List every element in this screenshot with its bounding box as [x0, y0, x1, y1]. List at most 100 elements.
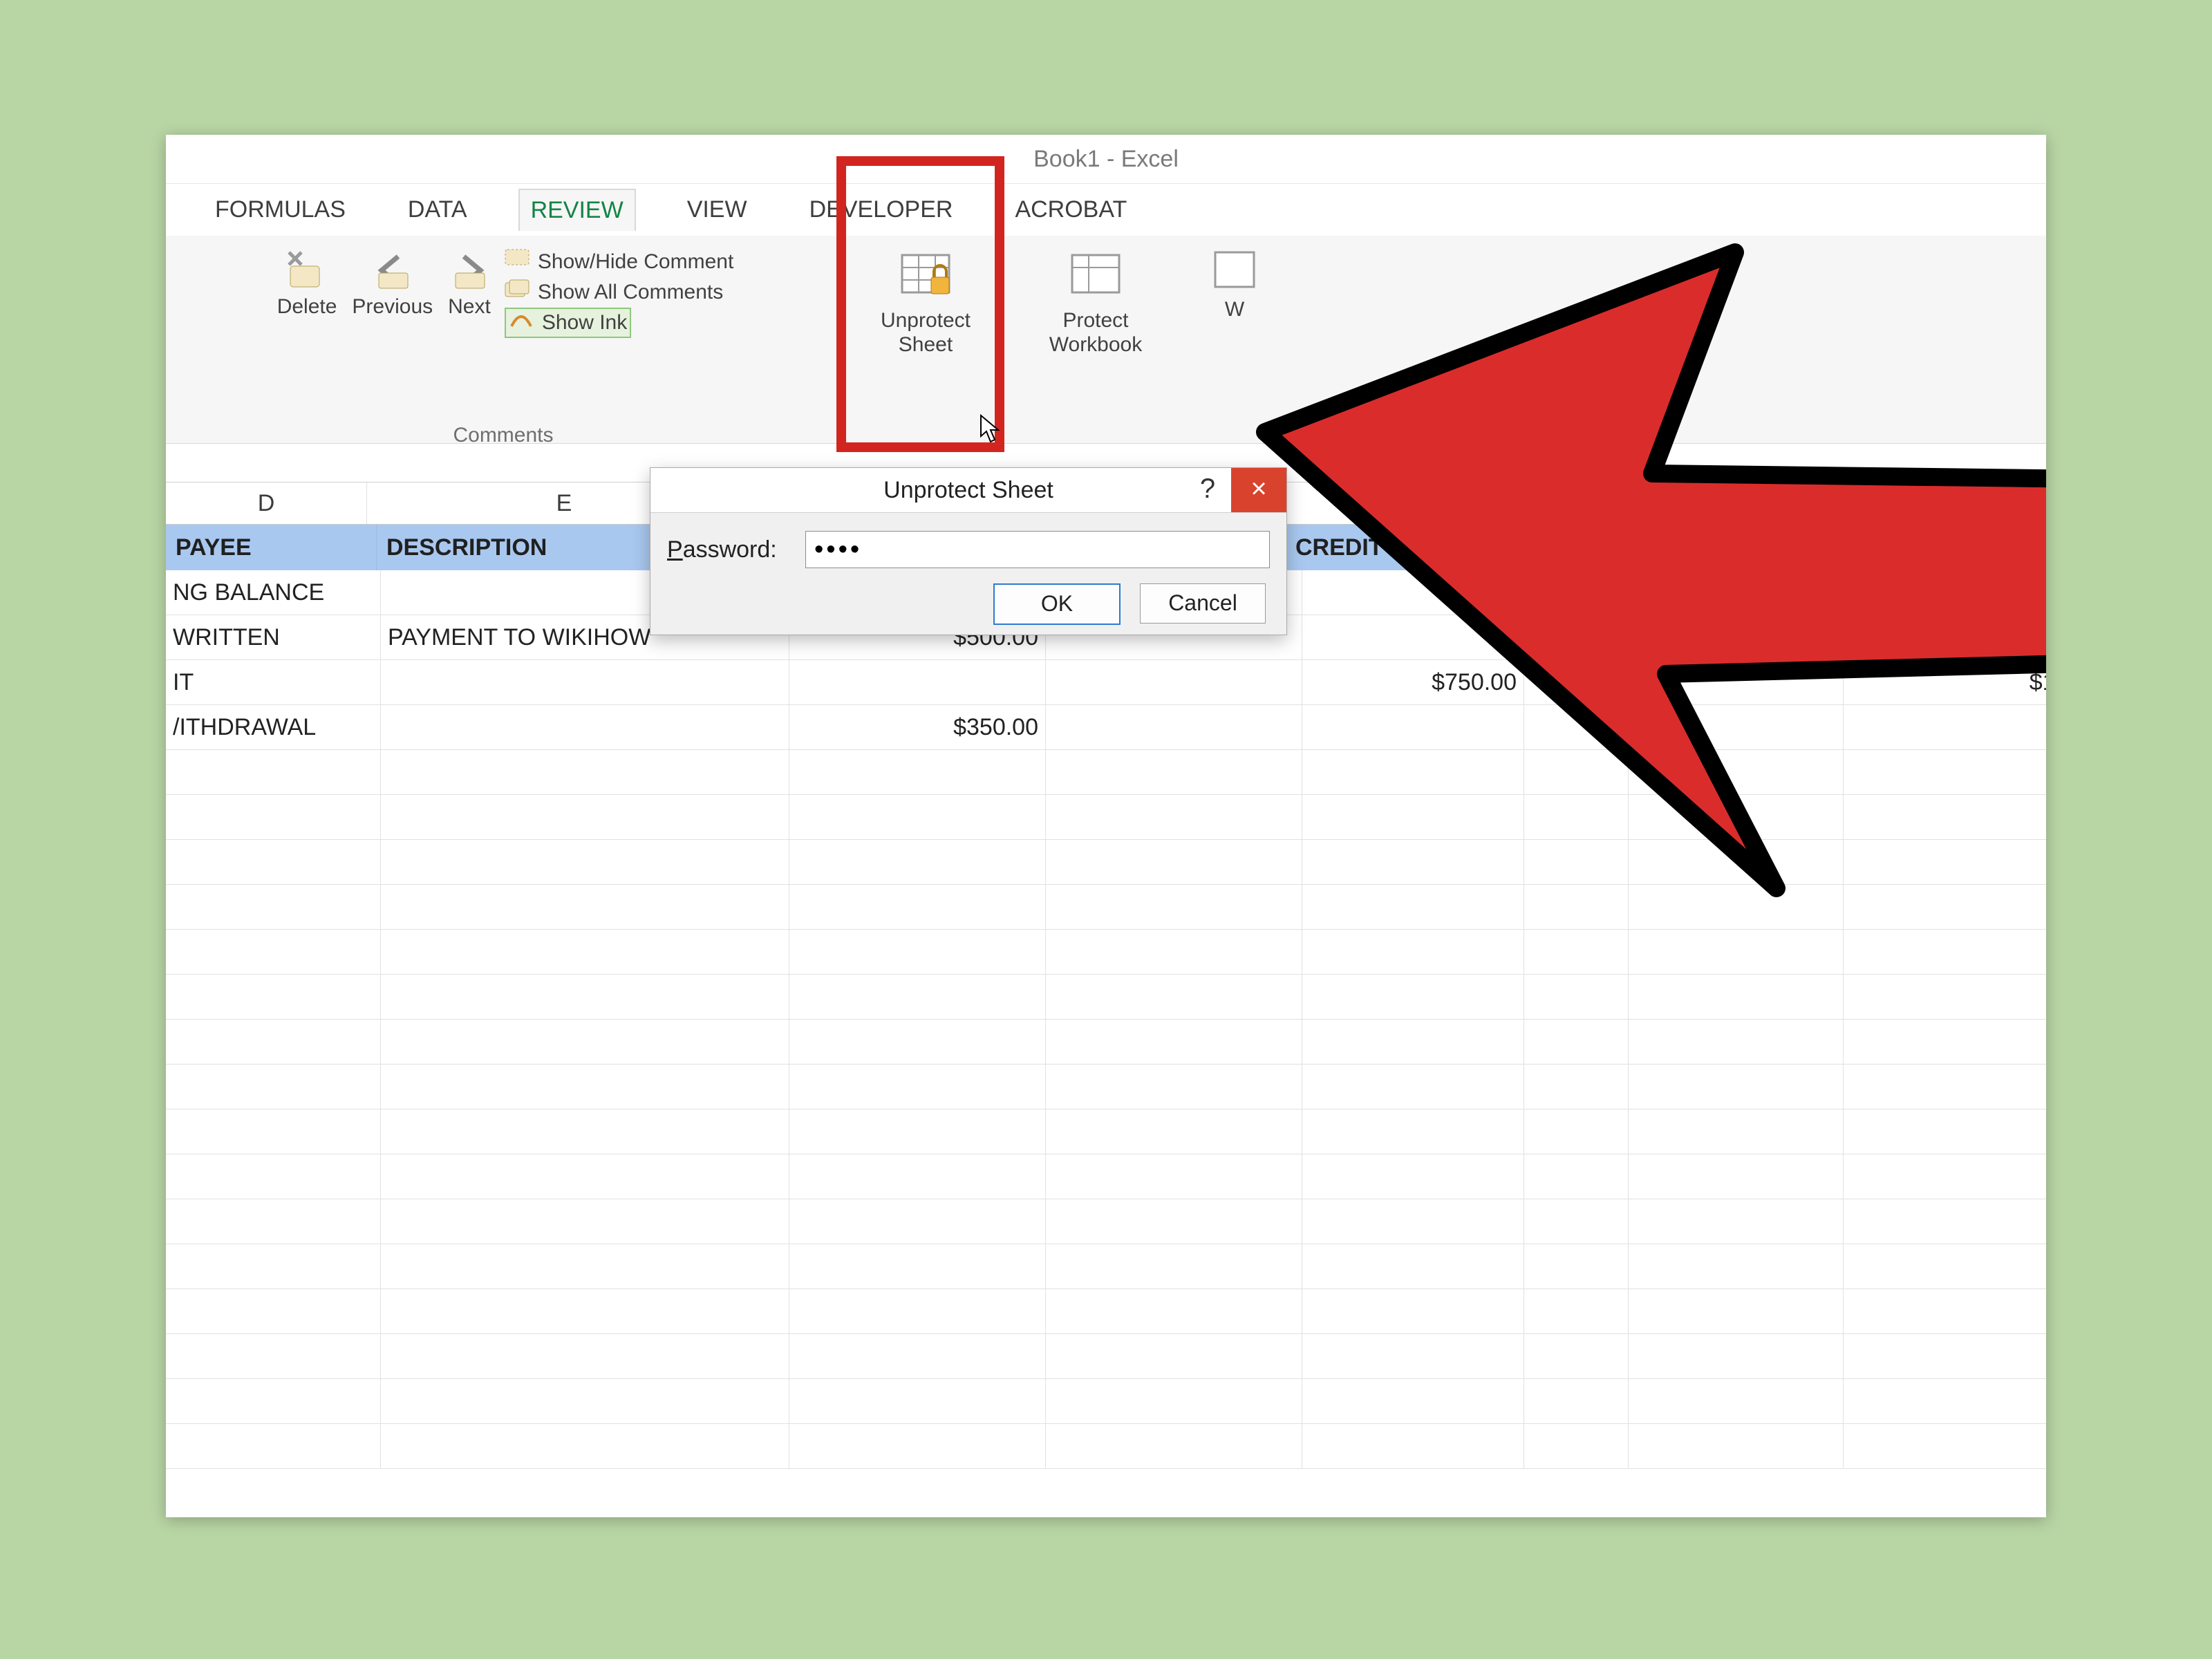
cell[interactable]: [381, 1289, 789, 1333]
cell[interactable]: [789, 1244, 1046, 1288]
tab-data[interactable]: DATA: [397, 189, 478, 230]
table-row[interactable]: [166, 1109, 2046, 1154]
cell[interactable]: [166, 1154, 381, 1199]
cell[interactable]: [166, 1334, 381, 1378]
table-row[interactable]: [166, 1289, 2046, 1334]
tab-review[interactable]: REVIEW: [518, 189, 636, 231]
show-hide-comment-button[interactable]: Show/Hide Comment: [505, 247, 733, 277]
cell[interactable]: [381, 1424, 789, 1468]
cell[interactable]: [381, 1334, 789, 1378]
cell[interactable]: [1844, 1154, 2046, 1199]
cell[interactable]: [1629, 930, 1844, 974]
cell[interactable]: [789, 1424, 1046, 1468]
cell[interactable]: [1629, 1424, 1844, 1468]
table-row[interactable]: [166, 1020, 2046, 1065]
table-row[interactable]: [166, 1199, 2046, 1244]
cell[interactable]: [1844, 1109, 2046, 1154]
cell[interactable]: [1302, 1424, 1524, 1468]
show-ink-button[interactable]: Show Ink: [505, 308, 631, 338]
table-row[interactable]: [166, 1424, 2046, 1469]
cell[interactable]: [1302, 1379, 1524, 1423]
cell[interactable]: [1046, 1109, 1302, 1154]
cell[interactable]: [381, 1109, 789, 1154]
cell[interactable]: [381, 750, 789, 794]
cell[interactable]: [1046, 1334, 1302, 1378]
cell[interactable]: [789, 840, 1046, 884]
cell[interactable]: [1524, 1154, 1629, 1199]
cell[interactable]: [1629, 1065, 1844, 1109]
col-letter-D[interactable]: D: [166, 482, 367, 524]
cell[interactable]: [1844, 1199, 2046, 1244]
cell[interactable]: [166, 750, 381, 794]
cell[interactable]: [166, 975, 381, 1019]
dialog-titlebar[interactable]: Unprotect Sheet ? ×: [650, 468, 1286, 513]
cell[interactable]: [789, 1020, 1046, 1064]
cell[interactable]: [1046, 1065, 1302, 1109]
table-row[interactable]: [166, 930, 2046, 975]
cell[interactable]: [1629, 1379, 1844, 1423]
cell[interactable]: [1844, 1020, 2046, 1064]
cell[interactable]: [1302, 1244, 1524, 1288]
cell[interactable]: [789, 795, 1046, 839]
header-payee[interactable]: PAYEE: [166, 525, 377, 570]
next-comment-button[interactable]: Next: [444, 247, 495, 322]
table-row[interactable]: [166, 1154, 2046, 1199]
cell[interactable]: /ITHDRAWAL: [166, 705, 381, 749]
cell[interactable]: [1302, 1109, 1524, 1154]
cell[interactable]: [166, 930, 381, 974]
cell[interactable]: [789, 975, 1046, 1019]
cell[interactable]: [166, 1109, 381, 1154]
cell[interactable]: [1302, 1154, 1524, 1199]
cell[interactable]: [1524, 1065, 1629, 1109]
cell[interactable]: [1844, 1334, 2046, 1378]
cell[interactable]: [1302, 930, 1524, 974]
table-row[interactable]: [166, 1334, 2046, 1379]
password-input[interactable]: [805, 531, 1270, 568]
cell[interactable]: [1302, 1334, 1524, 1378]
cell[interactable]: IT: [166, 660, 381, 704]
cell[interactable]: $350.00: [789, 705, 1046, 749]
dialog-help-button[interactable]: ?: [1187, 468, 1228, 512]
cell[interactable]: [381, 930, 789, 974]
table-row[interactable]: [166, 1065, 2046, 1109]
cell[interactable]: [1629, 1199, 1844, 1244]
cell[interactable]: [381, 1065, 789, 1109]
cell[interactable]: [1844, 930, 2046, 974]
cell[interactable]: [1302, 1020, 1524, 1064]
cell[interactable]: [1524, 1244, 1629, 1288]
cell[interactable]: [1844, 1289, 2046, 1333]
cell[interactable]: [166, 795, 381, 839]
cell[interactable]: [166, 885, 381, 929]
cell[interactable]: [166, 1379, 381, 1423]
cell[interactable]: [166, 1244, 381, 1288]
cell[interactable]: [789, 1379, 1046, 1423]
cell[interactable]: [166, 1020, 381, 1064]
cell[interactable]: [1629, 1020, 1844, 1064]
cell[interactable]: [381, 840, 789, 884]
cell[interactable]: [789, 885, 1046, 929]
cell[interactable]: [1629, 1109, 1844, 1154]
cell[interactable]: [1844, 1244, 2046, 1288]
table-row[interactable]: [166, 1379, 2046, 1424]
cell[interactable]: [1046, 1379, 1302, 1423]
cell[interactable]: [1046, 975, 1302, 1019]
cell[interactable]: [166, 1199, 381, 1244]
cell[interactable]: [166, 1424, 381, 1468]
cell[interactable]: [1046, 1289, 1302, 1333]
cell[interactable]: [1629, 1334, 1844, 1378]
tab-acrobat[interactable]: ACROBAT: [1004, 189, 1138, 230]
cell[interactable]: [381, 660, 789, 704]
cell[interactable]: [1046, 1020, 1302, 1064]
cell[interactable]: [1046, 1424, 1302, 1468]
cell[interactable]: [1302, 1289, 1524, 1333]
cell[interactable]: [789, 1065, 1046, 1109]
cell[interactable]: [381, 795, 789, 839]
ok-button[interactable]: OK: [993, 583, 1121, 625]
cell[interactable]: [1046, 930, 1302, 974]
cell[interactable]: [789, 930, 1046, 974]
previous-comment-button[interactable]: Previous: [348, 247, 437, 322]
table-row[interactable]: [166, 975, 2046, 1020]
cell[interactable]: [166, 1289, 381, 1333]
cell[interactable]: [1629, 1244, 1844, 1288]
table-row[interactable]: [166, 1244, 2046, 1289]
